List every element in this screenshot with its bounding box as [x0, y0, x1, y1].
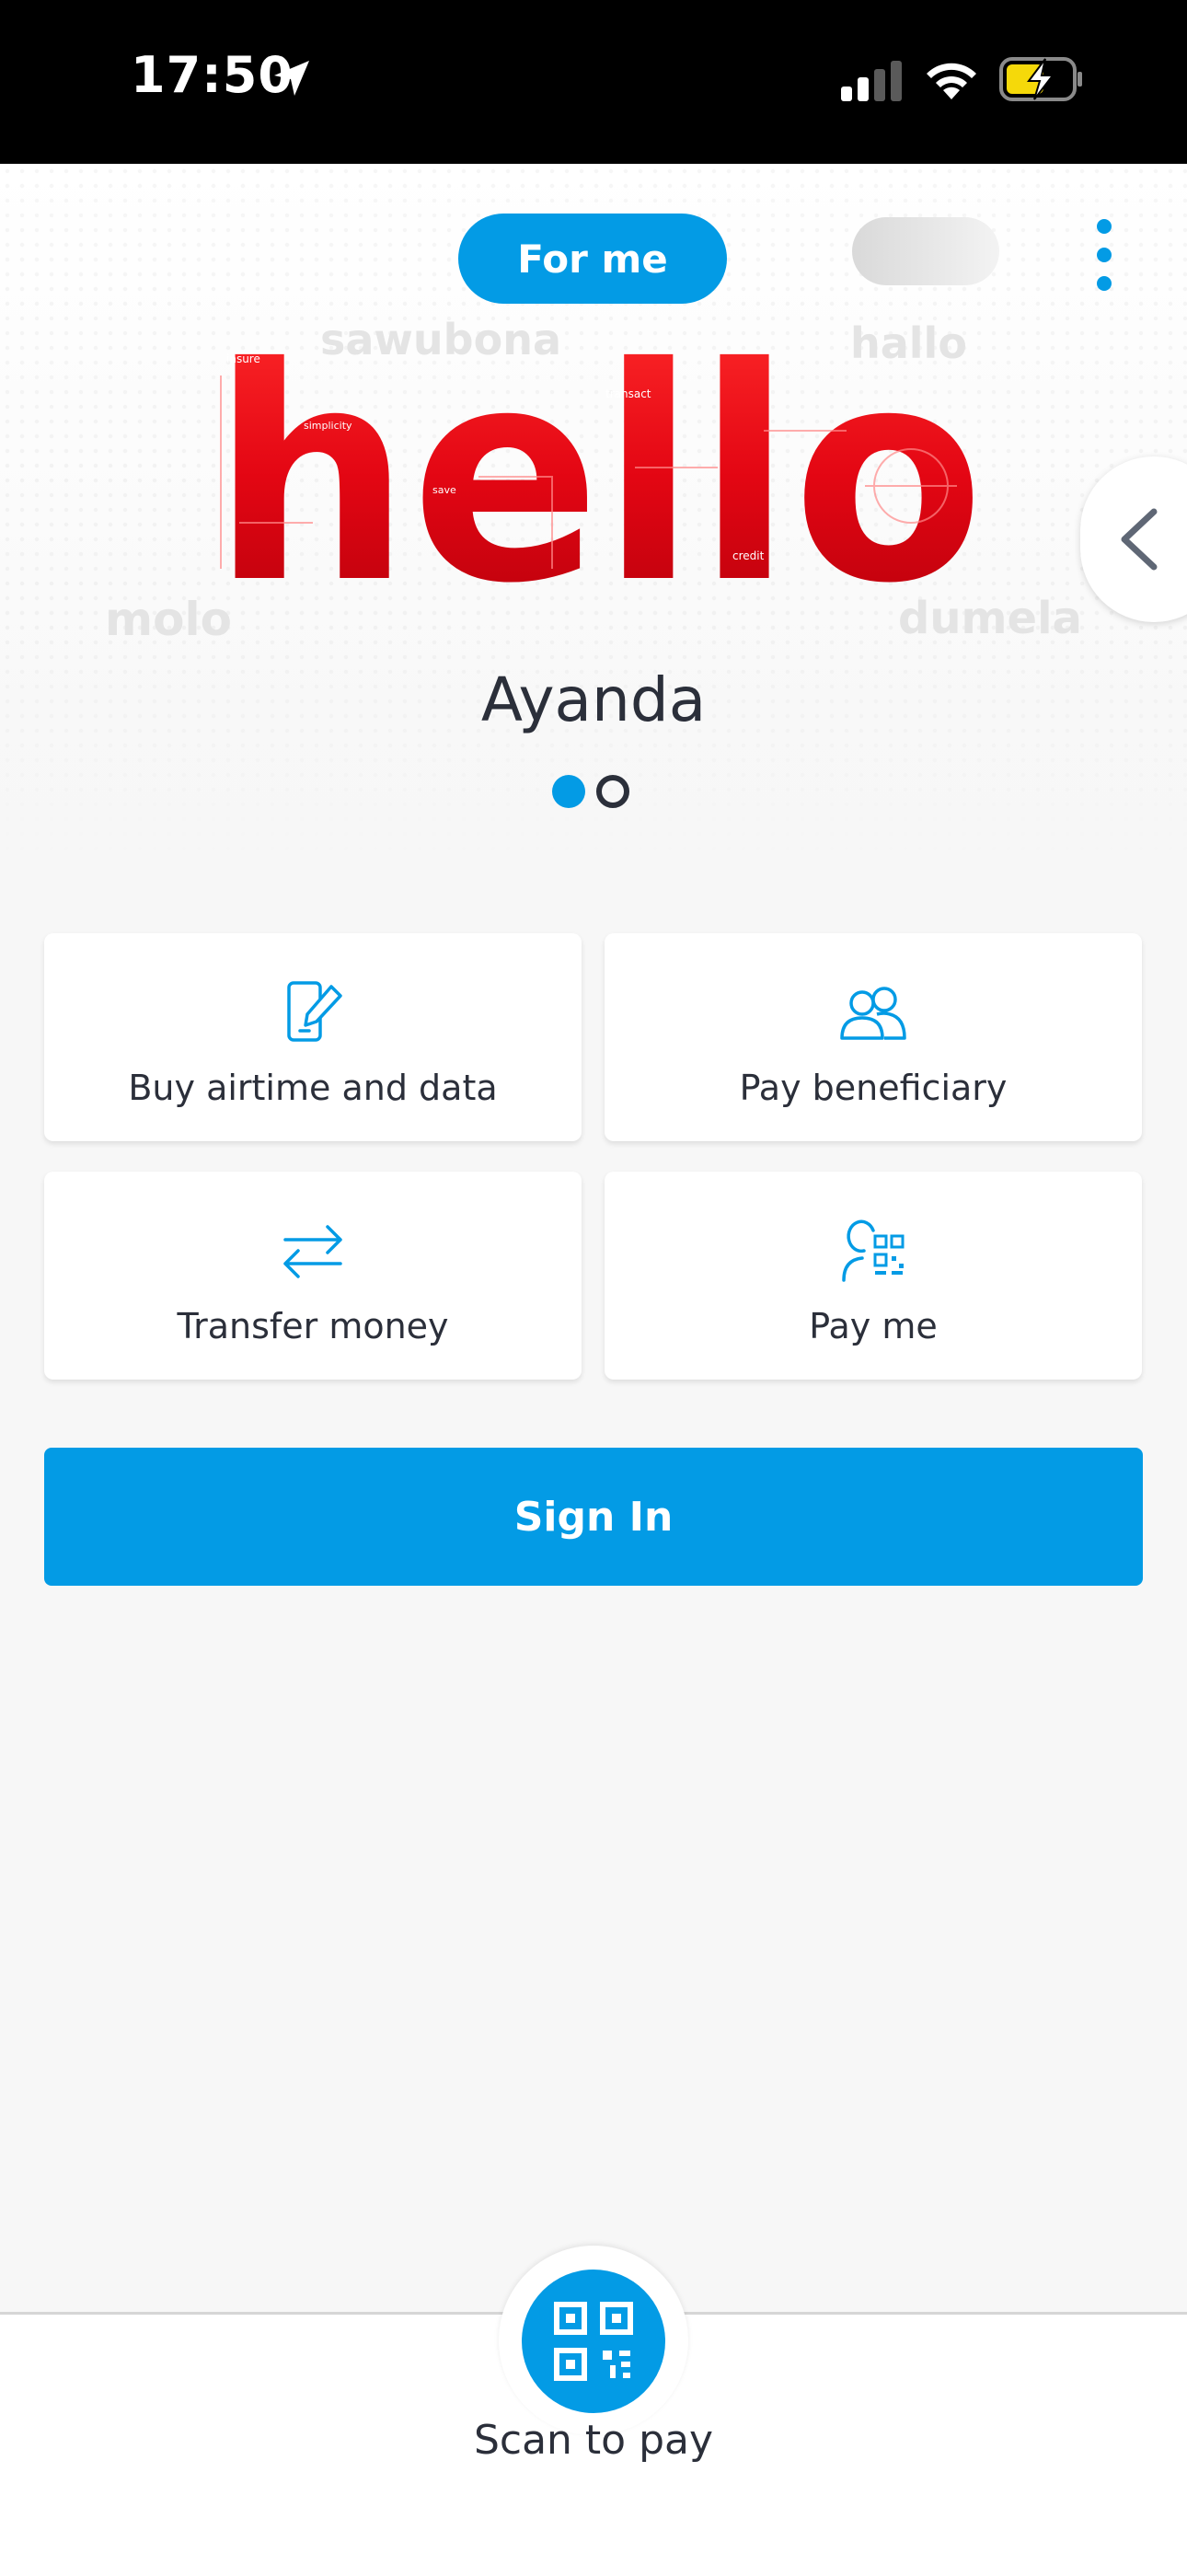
transfer-money-card[interactable]: Transfer money [44, 1172, 582, 1380]
buy-airtime-card[interactable]: Buy airtime and data [44, 933, 582, 1141]
badge-transact: transact [605, 387, 651, 400]
phone-edit-icon [287, 981, 342, 1042]
badge-save: save [432, 484, 456, 496]
scan-to-pay-button[interactable] [522, 2270, 665, 2413]
sign-in-button[interactable]: Sign In [44, 1448, 1143, 1586]
kebab-menu-icon[interactable] [1086, 214, 1123, 296]
wifi-icon [927, 63, 976, 99]
pay-me-label: Pay me [809, 1306, 938, 1346]
badge-simplicity: simplicity [304, 420, 352, 432]
page-dot-active[interactable] [552, 775, 585, 808]
page-dot-inactive[interactable] [596, 775, 629, 808]
greeting-word: dumela [898, 593, 1082, 644]
pay-me-card[interactable]: Pay me [605, 1172, 1142, 1380]
battery-charging-icon [999, 57, 1082, 101]
person-qr-icon [842, 1219, 905, 1282]
location-arrow-icon [274, 61, 309, 96]
pay-beneficiary-card[interactable]: Pay beneficiary [605, 933, 1142, 1141]
pay-beneficiary-label: Pay beneficiary [739, 1068, 1008, 1108]
status-bar: 17:50 [0, 0, 1187, 164]
transfer-arrows-icon [283, 1225, 342, 1278]
page-indicator [552, 775, 635, 808]
other-toggle-placeholder[interactable] [852, 217, 999, 285]
qr-code-icon [554, 2302, 633, 2381]
for-me-toggle[interactable]: For me [458, 214, 727, 304]
user-name: Ayanda [480, 664, 707, 735]
badge-credit: credit [732, 549, 765, 562]
scan-to-pay-label: Scan to pay [473, 2417, 714, 2464]
hello-word: hello [212, 339, 985, 596]
greeting-word: molo [105, 593, 232, 646]
hello-logo: hello insure simplicity save transact cr… [212, 339, 985, 596]
buy-airtime-label: Buy airtime and data [128, 1068, 498, 1108]
transfer-money-label: Transfer money [177, 1306, 449, 1346]
signal-icon [841, 61, 902, 101]
chevron-left-icon [1121, 508, 1158, 571]
people-icon [840, 987, 906, 1040]
badge-insure: insure [226, 352, 260, 365]
